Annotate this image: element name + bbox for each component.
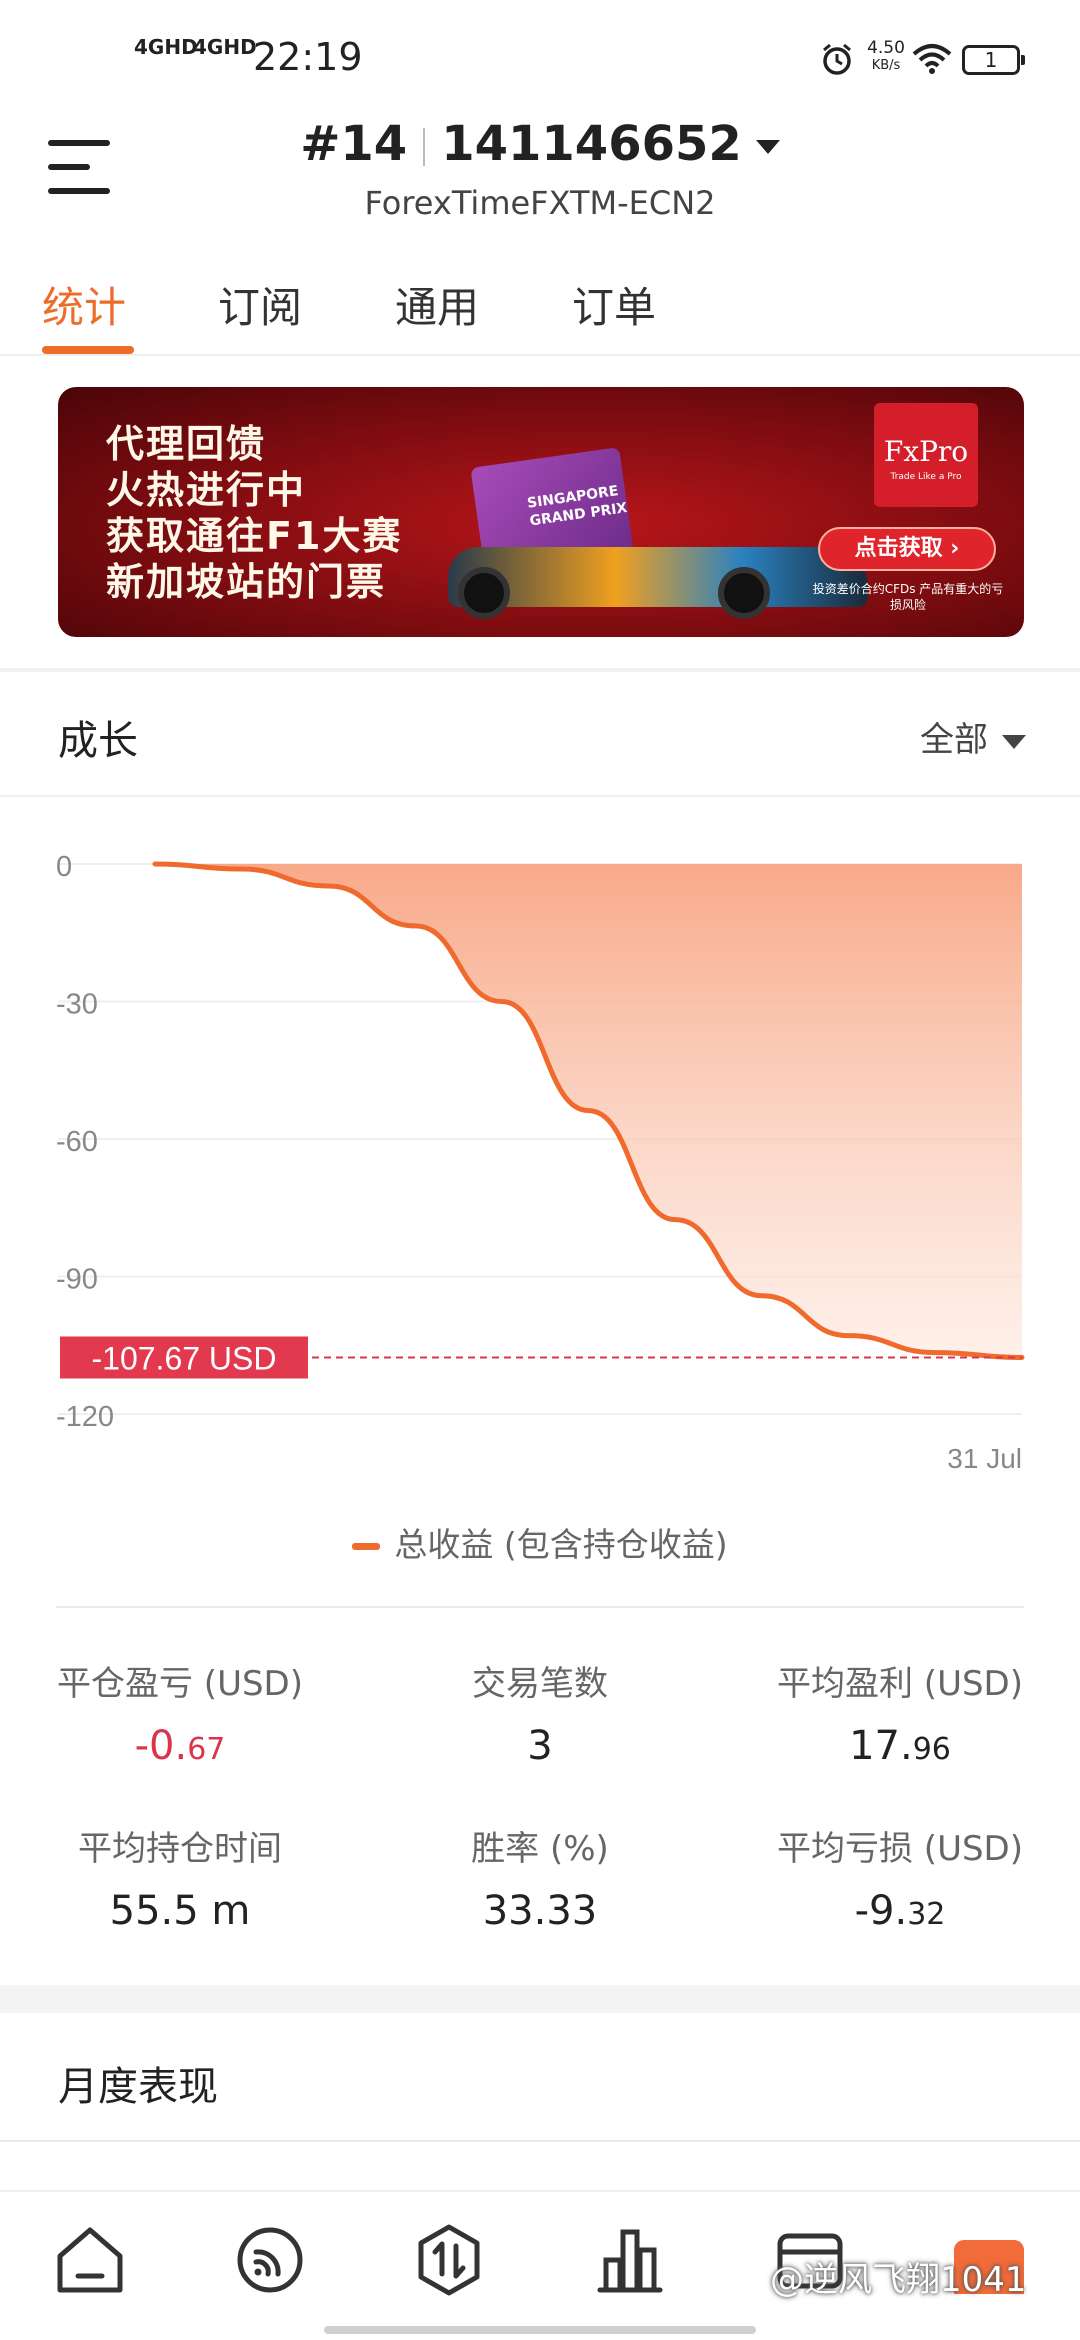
stat-trade-count: 交易笔数 3 xyxy=(370,1656,710,1769)
divider xyxy=(0,668,1080,672)
stat-label: 平仓盈亏 (USD) xyxy=(57,1664,303,1704)
section-gap xyxy=(0,1985,1080,2013)
risk-disclaimer: 投资差价合约CFDs 产品有重大的亏损风险 xyxy=(812,582,1004,612)
stat-value-main: 17. xyxy=(849,1723,913,1769)
wifi-icon xyxy=(912,44,952,74)
caret-down-icon xyxy=(1002,734,1026,749)
banner-cta-label: 点击获取 xyxy=(854,536,943,561)
y-tick-label: -60 xyxy=(56,1126,98,1158)
signal-indicator-1: 4GHD xyxy=(134,35,198,59)
y-tick-label: -90 xyxy=(56,1264,98,1296)
stat-value-main: 3 xyxy=(527,1723,553,1769)
y-tick-label: -120 xyxy=(56,1401,114,1433)
stat-value: 17.96 xyxy=(730,1723,1070,1769)
period-filter-label: 全部 xyxy=(920,720,988,760)
stat-closed-pnl: 平仓盈亏 (USD) -0.67 xyxy=(10,1656,350,1769)
alarm-icon xyxy=(823,43,851,75)
stat-value: 55.5 m xyxy=(10,1888,350,1934)
account-selector[interactable]: #14 141146652 xyxy=(0,116,1080,172)
stat-value: 33.33 xyxy=(370,1888,710,1934)
brand-name: FxPro xyxy=(883,435,969,468)
active-tab-indicator xyxy=(42,346,134,354)
current-value-label: -107.67 USD xyxy=(92,1340,277,1376)
race-car-image xyxy=(448,547,868,607)
net-speed: 4.50 KB/s xyxy=(860,40,912,74)
caret-down-icon xyxy=(755,140,780,154)
stat-value: 3 xyxy=(370,1723,710,1769)
divider xyxy=(0,795,1080,797)
banner-cta-button[interactable]: 点击获取 › xyxy=(818,527,996,571)
home-icon[interactable] xyxy=(52,2222,128,2298)
home-indicator[interactable] xyxy=(324,2326,756,2334)
tab-general[interactable]: 通用 xyxy=(395,274,479,335)
brand-tagline: Trade Like a Pro xyxy=(890,472,962,482)
app-header: #14 141146652 ForexTimeFXTM-ECN2 xyxy=(0,110,1080,240)
clock: 22:19 xyxy=(253,35,363,79)
growth-title: 成长 xyxy=(58,718,138,764)
stat-value-decimals: 32 xyxy=(907,1897,946,1932)
brand-logo: FxPro Trade Like a Pro xyxy=(874,403,978,507)
stat-label: 平均盈利 (USD) xyxy=(777,1664,1023,1704)
stat-value-main: 33.33 xyxy=(482,1888,598,1934)
y-tick-label: 0 xyxy=(56,851,72,883)
account-number: 141146652 xyxy=(441,116,742,172)
stat-value-main: 55.5 m xyxy=(109,1888,251,1934)
promo-banner[interactable]: 代理回馈 火热进行中 获取通往F1大赛 新加坡站的门票 SINGAPORE GR… xyxy=(58,387,1024,637)
stat-avg-loss: 平均亏损 (USD) -9.32 xyxy=(730,1821,1070,1934)
tab-orders[interactable]: 订单 xyxy=(572,274,656,335)
net-speed-unit: KB/s xyxy=(871,58,901,73)
stat-avg-profit: 平均盈利 (USD) 17.96 xyxy=(730,1656,1070,1769)
banner-line: 新加坡站的门票 xyxy=(106,560,387,604)
account-index: #14 xyxy=(300,116,408,172)
y-tick-label: -30 xyxy=(56,989,98,1021)
stat-label: 交易笔数 xyxy=(472,1664,608,1704)
statistics-icon[interactable] xyxy=(592,2222,668,2298)
net-speed-value: 4.50 xyxy=(867,38,905,58)
stat-value-decimals: 96 xyxy=(912,1732,951,1767)
watermark: @逆风飞翔1041 xyxy=(770,2260,1027,2300)
signal-indicator-2: 4GHD xyxy=(193,35,257,59)
banner-line: 获取通往F1大赛 xyxy=(106,514,403,558)
chart-legend: 总收益 (包含持仓收益) xyxy=(0,1518,1080,1566)
stat-avg-hold-time: 平均持仓时间 55.5 m xyxy=(10,1821,350,1934)
separator xyxy=(423,128,426,166)
stat-win-rate: 胜率 (%) 33.33 xyxy=(370,1821,710,1934)
stat-label: 胜率 (%) xyxy=(471,1829,609,1869)
wheel-image xyxy=(718,567,770,619)
stat-value-main: -9. xyxy=(854,1888,908,1934)
divider xyxy=(0,2140,1080,2142)
server-name: ForexTimeFXTM-ECN2 xyxy=(364,184,716,222)
growth-chart: 0 -30 -60 -90 -120 31 Jul -107.67 USD xyxy=(56,851,1025,1474)
banner-line: 火热进行中 xyxy=(106,468,307,512)
banner-headline: 代理回馈 火热进行中 获取通往F1大赛 新加坡站的门票 xyxy=(106,421,402,605)
trade-icon[interactable] xyxy=(411,2222,487,2298)
banner-line: 代理回馈 xyxy=(106,422,267,466)
stat-value: -0.67 xyxy=(10,1723,350,1769)
tab-statistics[interactable]: 统计 xyxy=(42,274,126,335)
status-bar: 4GHD 4GHD 22:19 4.50 KB/s 1 xyxy=(0,0,1080,120)
period-filter[interactable]: 全部 xyxy=(920,712,1026,761)
stat-value: -9.32 xyxy=(730,1888,1070,1934)
stat-value-decimals: 67 xyxy=(187,1732,226,1767)
wheel-image xyxy=(458,567,510,619)
x-tick-label: 31 Jul xyxy=(947,1443,1022,1474)
battery-indicator: 1 xyxy=(962,45,1025,75)
divider xyxy=(56,1606,1024,1608)
stat-label: 平均亏损 (USD) xyxy=(777,1829,1023,1869)
legend-label: 总收益 (包含持仓收益) xyxy=(394,1525,728,1564)
legend-swatch xyxy=(352,1543,381,1550)
stat-value-main: -0. xyxy=(134,1723,188,1769)
tab-bar: 统计 订阅 通用 订单 xyxy=(0,260,1080,356)
signals-icon[interactable] xyxy=(232,2222,308,2298)
monthly-title: 月度表现 xyxy=(58,2064,218,2110)
stat-label: 平均持仓时间 xyxy=(78,1829,282,1869)
tab-subscribe[interactable]: 订阅 xyxy=(218,274,302,335)
